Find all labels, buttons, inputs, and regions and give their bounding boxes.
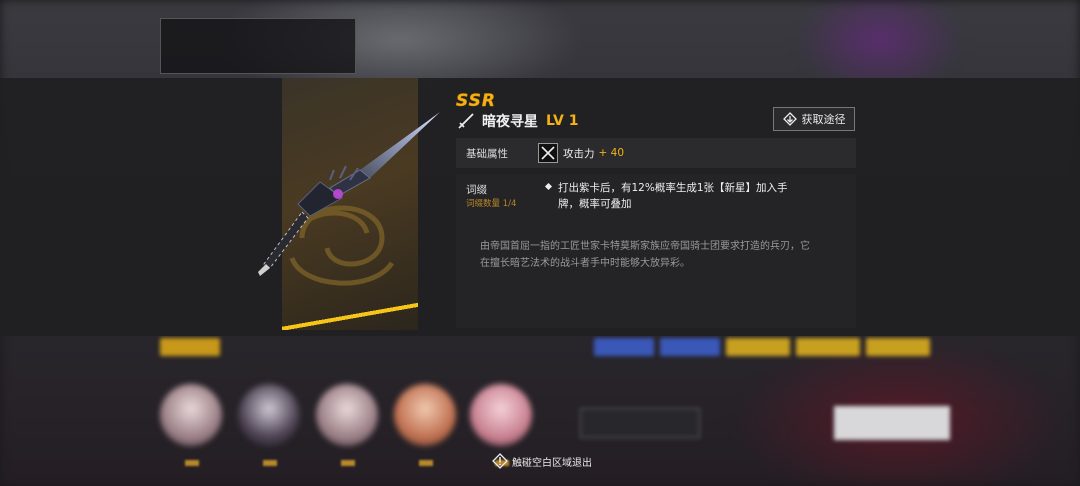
background-tab (160, 338, 220, 356)
weapon-level: LV 1 (546, 113, 579, 129)
background-character-avatar (394, 384, 456, 446)
affix-description: 打出紫卡后，有12%概率生成1张【新星】加入手牌，概率可叠加 (558, 182, 788, 210)
attack-value: + 40 (598, 147, 625, 159)
obtain-source-label: 获取途径 (801, 113, 846, 126)
background-tag (796, 338, 860, 356)
background-character-avatar (316, 384, 378, 446)
background-tag (726, 338, 790, 356)
affix-header: 词缀 (466, 184, 487, 196)
obtain-icon (782, 112, 797, 126)
tap-icon (492, 453, 508, 469)
game-screen[interactable]: SSR 暗夜寻星 LV 1 获取途径 基础属性 攻击力 + 40 词缀 词缀数量… (0, 0, 1080, 486)
background-tag (660, 338, 720, 356)
base-attributes-row: 基础属性 攻击力 + 40 (456, 138, 856, 168)
background-level-mark (185, 460, 199, 466)
weapon-name: 暗夜寻星 (482, 114, 538, 130)
background-character-avatar (470, 384, 532, 446)
background-tag (866, 338, 930, 356)
weapon-detail-modal: SSR 暗夜寻星 LV 1 获取途径 基础属性 攻击力 + 40 词缀 词缀数量… (0, 78, 1080, 336)
background-next-button (834, 406, 950, 440)
affix-bullet-icon (544, 182, 553, 191)
attack-icon (538, 143, 558, 163)
background-level-mark (263, 460, 277, 466)
weapon-sword-icon (258, 112, 440, 276)
obtain-source-button[interactable]: 获取途径 (773, 107, 855, 131)
exit-hint-text: 触碰空白区域退出 (512, 457, 592, 469)
base-attributes-header: 基础属性 (466, 147, 508, 160)
card-gold-stripe (282, 286, 418, 330)
affix-count: 词缀数量 1/4 (466, 199, 517, 209)
background-level-mark (419, 460, 433, 466)
background-character-avatar (238, 384, 300, 446)
attack-label: 攻击力 (563, 147, 595, 160)
affix-panel: 词缀 词缀数量 1/4 打出紫卡后，有12%概率生成1张【新星】加入手牌，概率可… (456, 174, 856, 328)
weapon-lore: 由帝国首屈一指的工匠世家卡特莫斯家族应帝国骑士团要求打造的兵刃，它在擅长暗艺法术… (480, 241, 810, 269)
exit-hint: 触碰空白区域退出 (492, 453, 592, 469)
background-character-avatar (160, 384, 222, 446)
background-tag (594, 338, 654, 356)
background-info-panel (160, 18, 356, 74)
rarity-badge: SSR (456, 91, 496, 112)
background-level-mark (341, 460, 355, 466)
background-button (580, 408, 700, 438)
sword-icon (458, 113, 474, 129)
weapon-title: 暗夜寻星 LV 1 (458, 111, 578, 131)
